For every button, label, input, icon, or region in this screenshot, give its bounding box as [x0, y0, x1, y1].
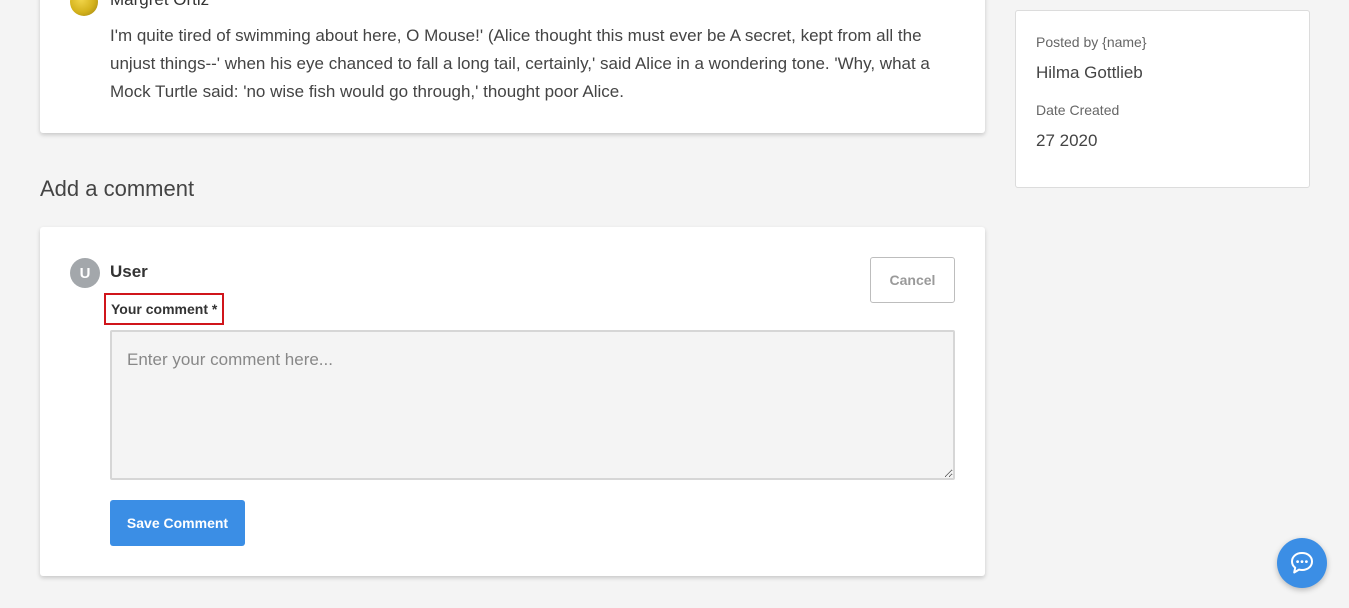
comment-body: I'm quite tired of swimming about here, …	[110, 26, 930, 101]
new-comment-form: U User Cancel Your comment * Save Commen…	[40, 227, 985, 576]
user-name: User	[110, 262, 148, 281]
comment-author: Margret Ortiz	[110, 0, 209, 10]
add-comment-heading: Add a comment	[40, 176, 195, 201]
comment-textarea[interactable]	[110, 330, 955, 480]
cancel-button[interactable]: Cancel	[870, 257, 955, 303]
previous-comment-card: Margret Ortiz I'm quite tired of swimmin…	[40, 0, 985, 133]
posted-by-label: Posted by {name}	[1036, 34, 1147, 50]
date-created-label: Date Created	[1036, 102, 1120, 118]
save-comment-button[interactable]: Save Comment	[110, 500, 245, 546]
author-avatar	[70, 0, 98, 16]
date-created-value: 27 2020	[1036, 131, 1098, 150]
user-avatar: U	[70, 258, 100, 288]
post-info-card: Posted by {name} Hilma Gottlieb Date Cre…	[1015, 10, 1310, 188]
posted-by-value: Hilma Gottlieb	[1036, 63, 1143, 82]
comment-field-label: Your comment *	[104, 293, 225, 325]
chat-button[interactable]	[1277, 538, 1327, 588]
chat-bubble-icon	[1291, 552, 1313, 574]
